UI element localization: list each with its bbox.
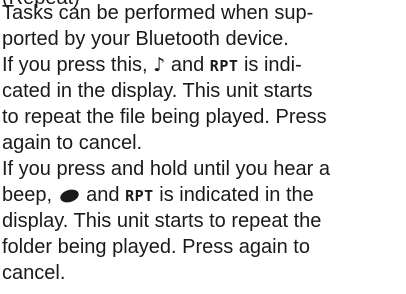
- text-line: beep, and RPT is indicated in the: [2, 182, 314, 208]
- manual-text-block: (Repeat) Tasks can be performed when sup…: [2, 0, 404, 294]
- music-note-icon: ♪: [153, 54, 166, 76]
- text-span: and: [165, 54, 210, 76]
- rpt-indicator: RPT: [125, 187, 154, 205]
- text-span: and: [80, 184, 126, 206]
- text-span: If you press this,: [2, 54, 154, 76]
- text-line: If you press and hold until you hear a: [2, 158, 330, 180]
- text-line: to repeat the file being played. Press: [2, 106, 327, 128]
- text-line: display. This unit starts to repeat the: [2, 210, 322, 232]
- text-span: is indicated in the: [153, 184, 314, 206]
- folder-repeat-icon: [58, 187, 80, 205]
- text-line: again to cancel.: [2, 132, 143, 154]
- text-line: Tasks can be performed when sup-: [2, 2, 314, 24]
- text-line: cated in the display. This unit starts: [2, 80, 313, 102]
- text-span: beep,: [2, 184, 58, 206]
- rpt-indicator: RPT: [209, 57, 239, 75]
- text-span: is indi-: [238, 54, 302, 76]
- text-line: folder being played. Press again to: [2, 236, 310, 258]
- text-line: ported by your Bluetooth device.: [2, 28, 289, 50]
- text-line: cancel.: [2, 262, 66, 284]
- text-line: If you press this, ♪ and RPT is indi-: [2, 52, 302, 78]
